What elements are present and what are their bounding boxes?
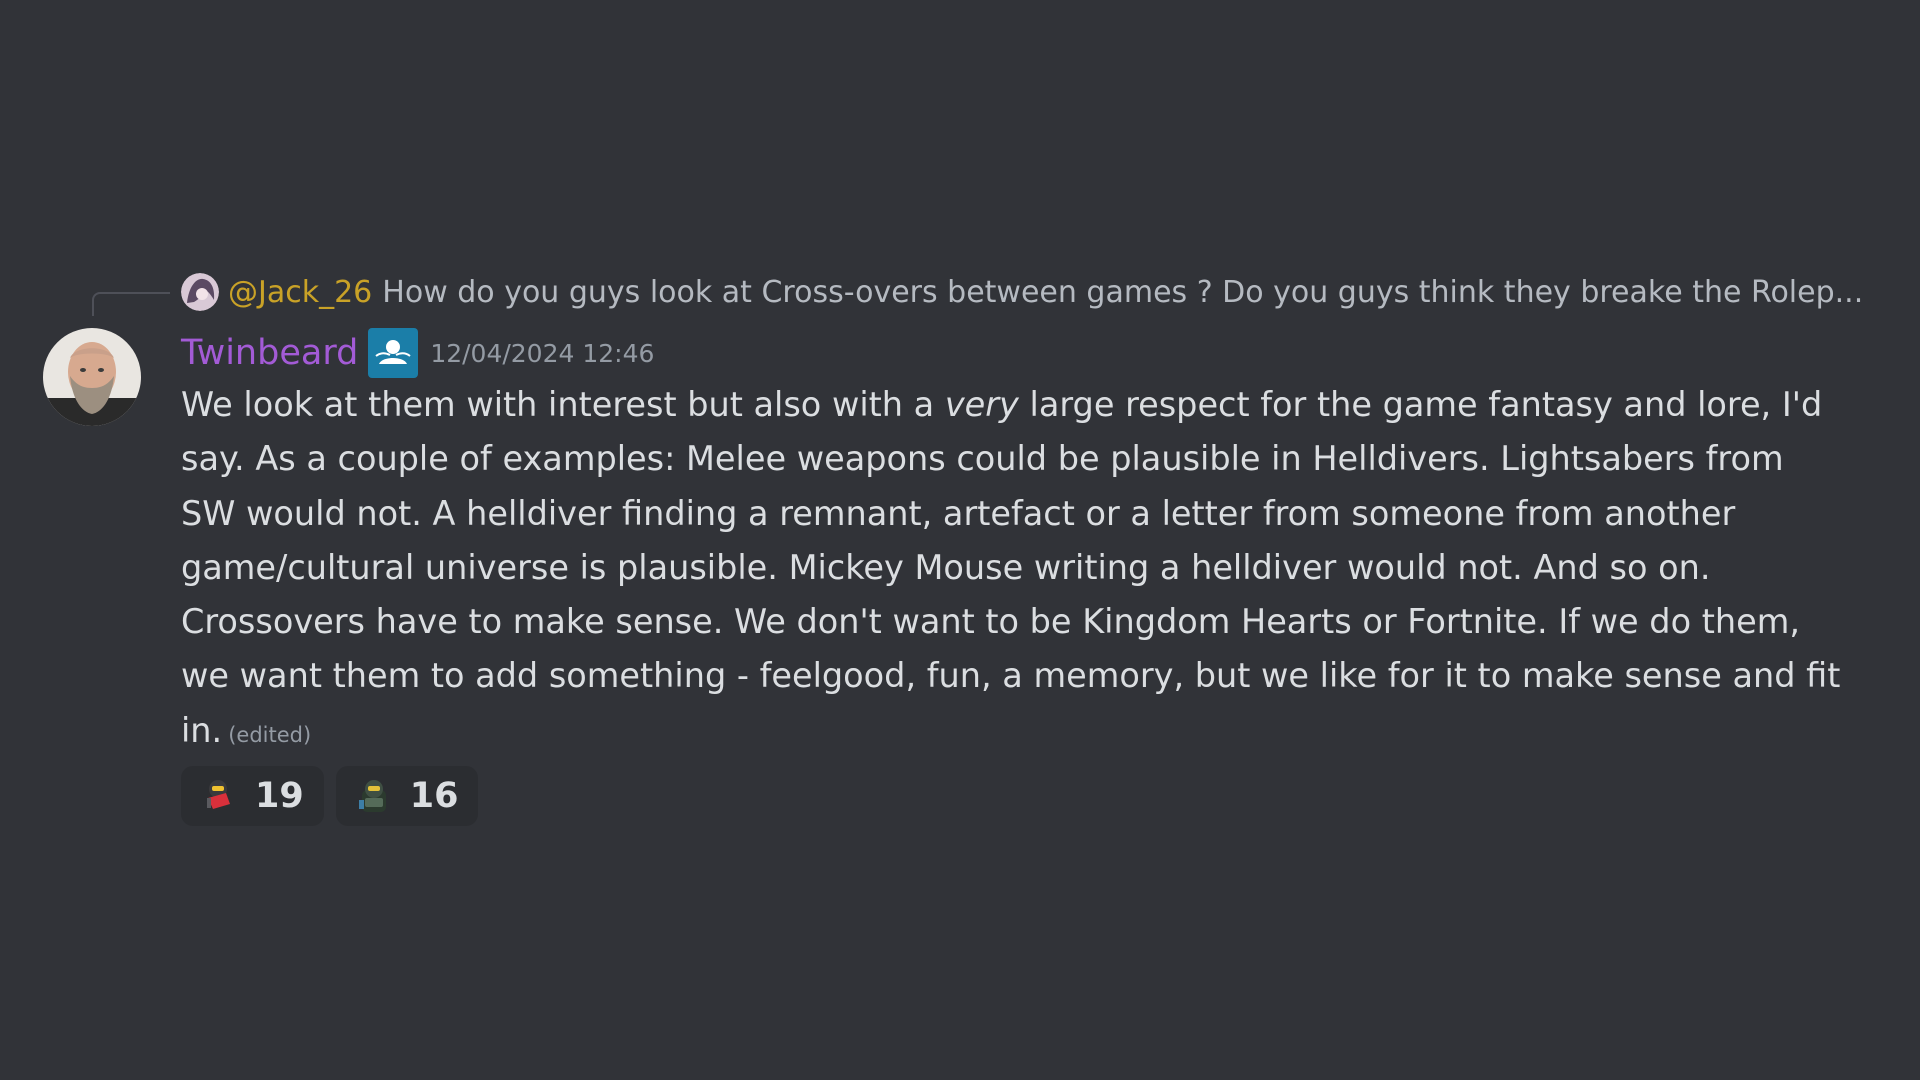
author-avatar-image (43, 328, 141, 426)
reaction-bar: 19 16 (181, 766, 479, 826)
emphasis-text: very (944, 385, 1019, 424)
message-line: Crossovers have to make sense. We don't … (181, 602, 1800, 642)
message-timestamp[interactable]: 12/04/2024 12:46 (430, 339, 654, 368)
helldiver-emoji-red-icon (207, 780, 230, 810)
message-line: SW would not. A helldiver finding a remn… (181, 493, 1736, 533)
message-line: in. (edited) (181, 710, 312, 750)
message-content: We look at them with interest but also w… (181, 378, 1841, 762)
message-line: say. As a couple of examples: Melee weap… (181, 439, 1784, 479)
helldiver-emoji-green-icon (358, 780, 386, 812)
reply-preview[interactable]: @Jack_26 How do you guys look at Cross-o… (181, 272, 1863, 312)
reaction-count: 16 (409, 776, 459, 816)
reply-preview-text[interactable]: How do you guys look at Cross-overs betw… (382, 275, 1863, 310)
author-avatar[interactable] (43, 328, 141, 426)
reaction-count: 19 (255, 776, 304, 816)
message-header: Twinbeard 12/04/2024 12:46 (181, 328, 654, 378)
role-badge-icon[interactable] (368, 328, 419, 378)
message-line: we want them to add something - feelgood… (181, 656, 1841, 696)
edited-label: (edited) (228, 722, 312, 747)
reaction-button[interactable]: 19 (181, 766, 324, 826)
reply-author-avatar[interactable] (181, 273, 219, 311)
reaction-button[interactable]: 16 (335, 766, 479, 826)
message-line: We look at them with interest but also w… (181, 385, 1823, 424)
reply-mention[interactable]: @Jack_26 (228, 275, 372, 310)
reply-connector-line (92, 292, 170, 316)
author-username[interactable]: Twinbeard (181, 333, 358, 373)
person-icon (375, 340, 411, 364)
message-line: game/cultural universe is plausible. Mic… (181, 547, 1711, 587)
